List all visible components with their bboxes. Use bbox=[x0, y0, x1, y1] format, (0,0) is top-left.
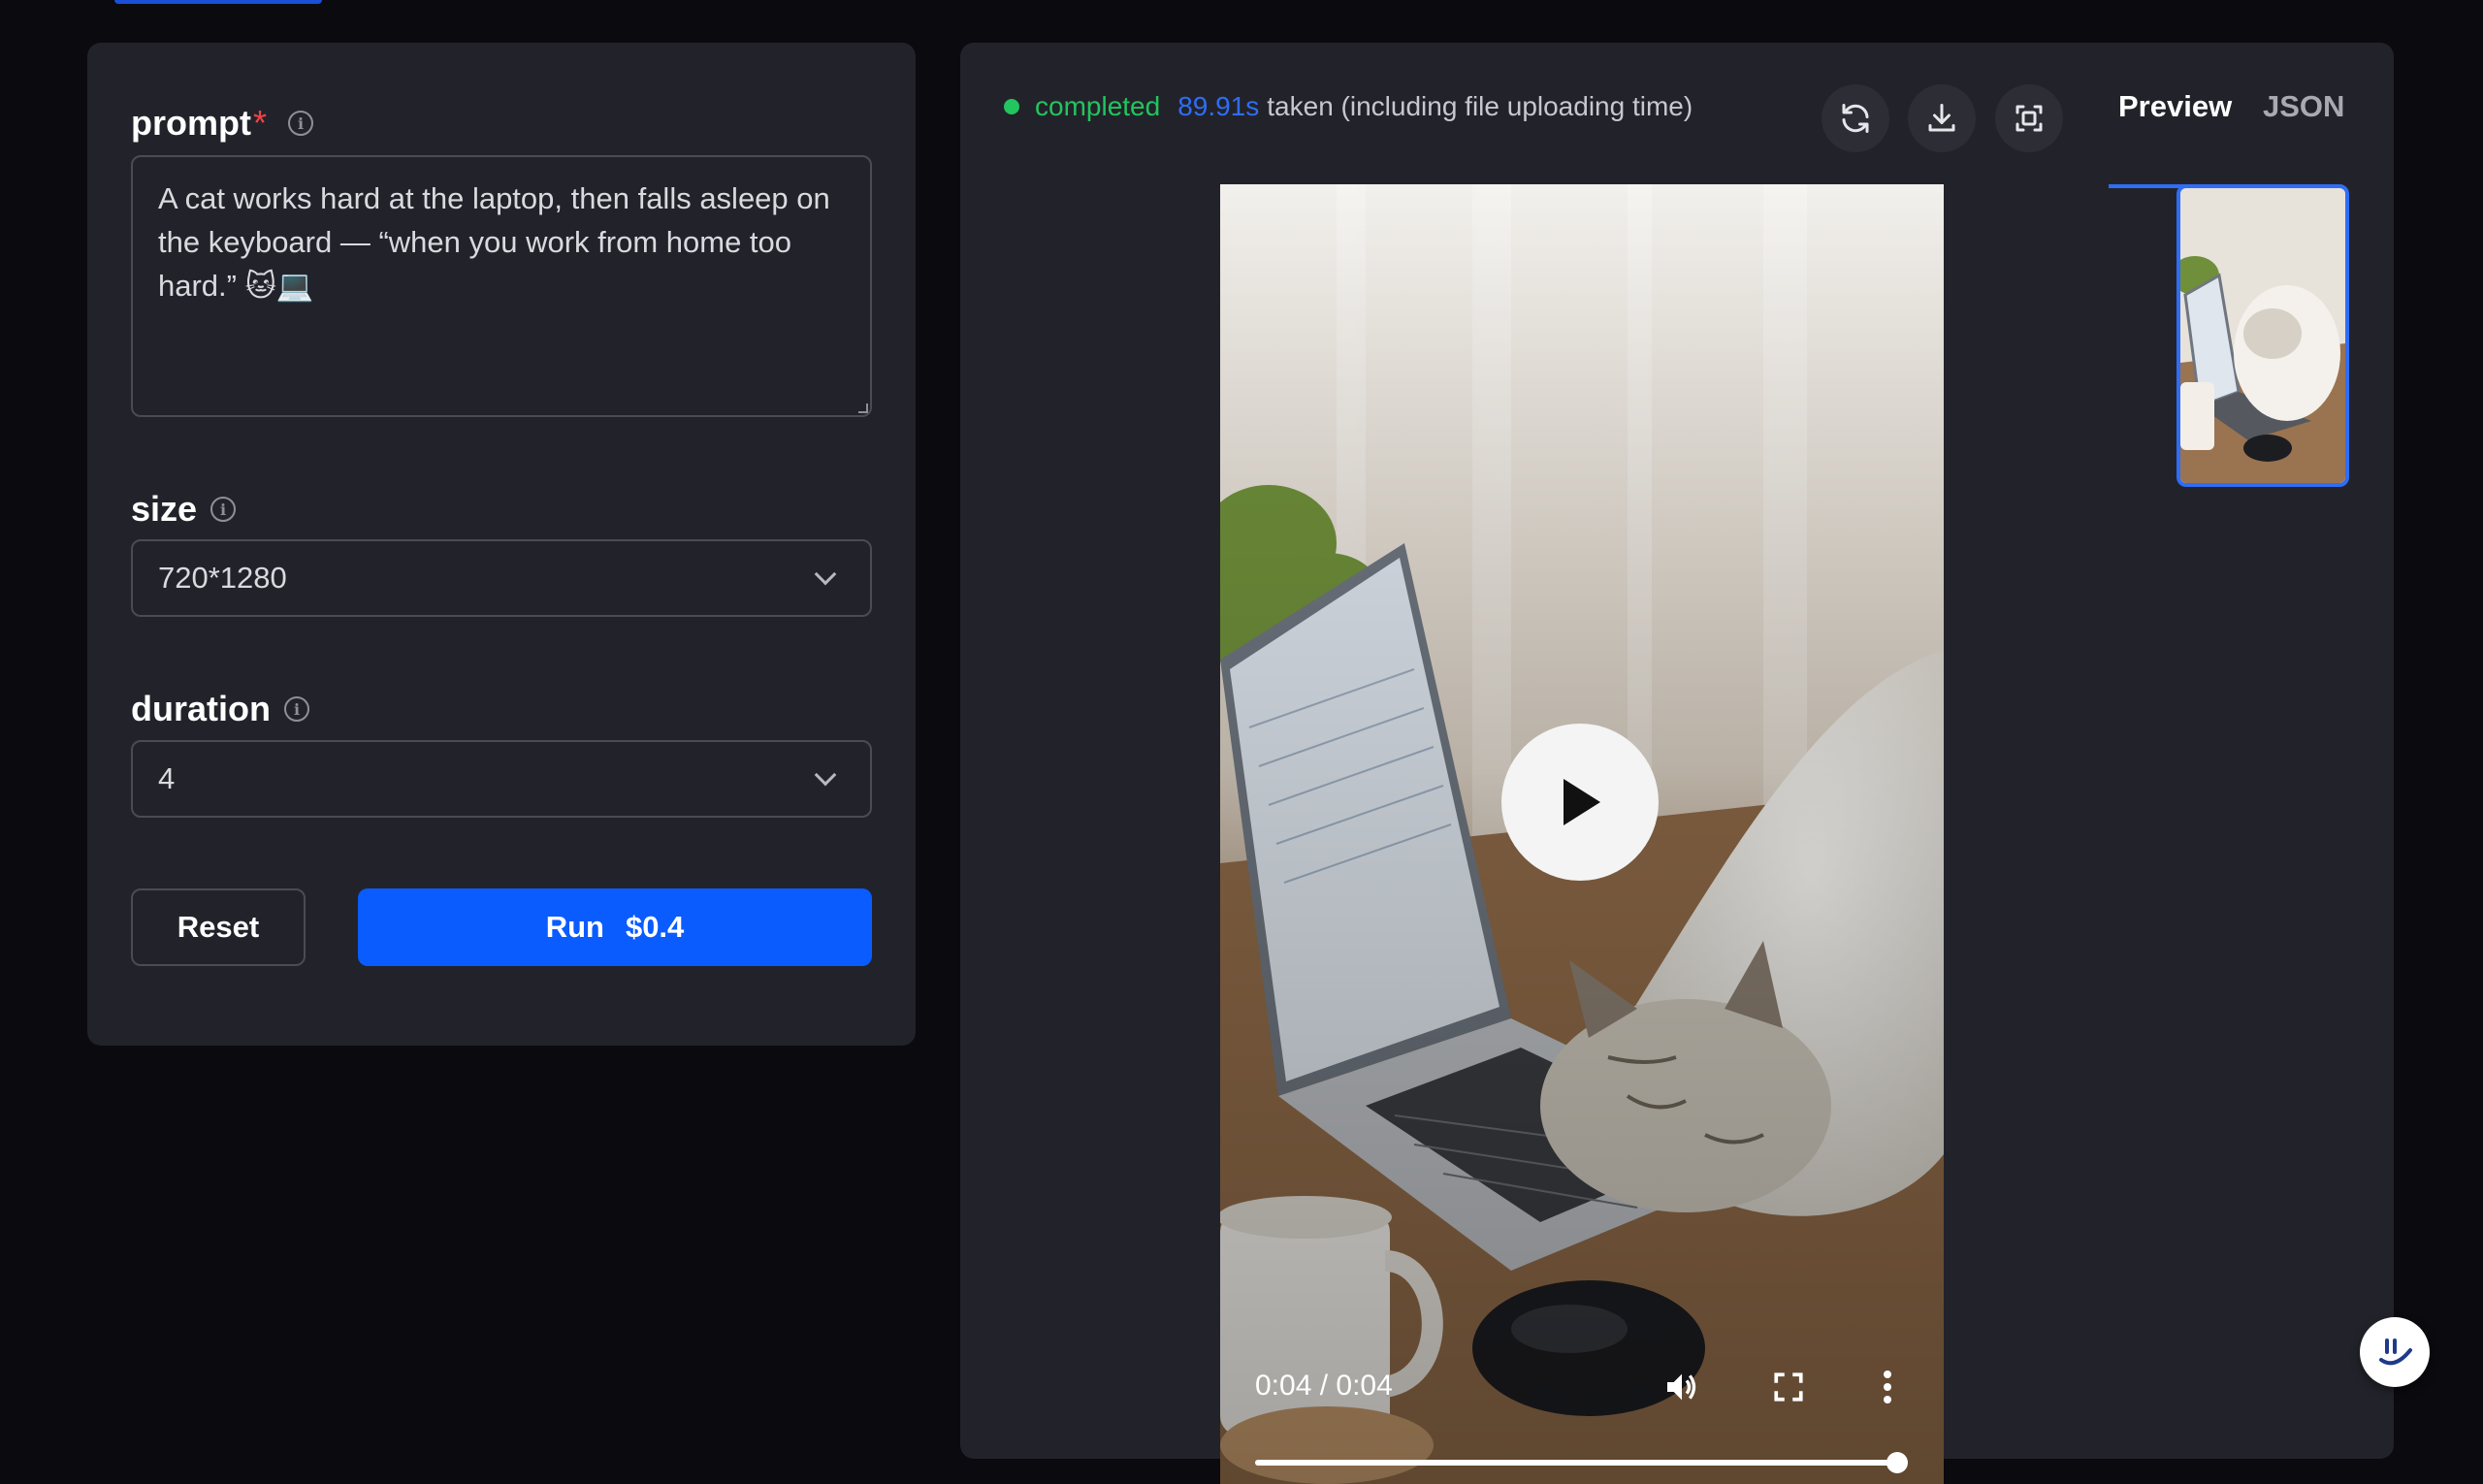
info-icon[interactable]: i bbox=[288, 111, 313, 136]
video-progress-bar[interactable] bbox=[1255, 1452, 1908, 1473]
tab-json-label: JSON bbox=[2263, 89, 2345, 123]
chevron-down-icon bbox=[814, 763, 837, 787]
input-form-panel: prompt * i A cat works hard at the lapto… bbox=[87, 43, 916, 1046]
chat-support-button[interactable] bbox=[2360, 1317, 2430, 1387]
status-text: completed bbox=[1035, 91, 1161, 121]
top-tab-indicator bbox=[114, 0, 322, 4]
fullscreen-button[interactable] bbox=[1995, 84, 2063, 152]
duration-label-text: duration bbox=[131, 689, 271, 728]
run-price: $0.4 bbox=[625, 910, 685, 944]
download-button[interactable] bbox=[1908, 84, 1976, 152]
size-value: 720*1280 bbox=[158, 561, 287, 595]
play-button[interactable] bbox=[1501, 724, 1659, 881]
thumbnail-image bbox=[2180, 188, 2345, 483]
status-dot-icon bbox=[1004, 99, 1019, 114]
download-icon bbox=[1928, 104, 1955, 132]
volume-button[interactable] bbox=[1659, 1364, 1705, 1410]
info-icon[interactable]: i bbox=[210, 497, 237, 522]
time-taken-suffix: taken (including file uploading time) bbox=[1267, 91, 1693, 121]
fullscreen-icon bbox=[2015, 105, 2043, 132]
duration-label: duration i bbox=[131, 689, 309, 729]
size-label-text: size bbox=[131, 489, 198, 529]
volume-icon bbox=[1667, 1373, 1696, 1401]
video-more-options-button[interactable] bbox=[1864, 1364, 1911, 1410]
tab-json[interactable]: JSON bbox=[2263, 89, 2344, 147]
video-time-display: 0:04 / 0:04 bbox=[1255, 1370, 1393, 1402]
duration-value: 4 bbox=[158, 761, 176, 795]
prompt-textarea[interactable]: A cat works hard at the laptop, then fal… bbox=[131, 155, 872, 417]
status-line: completed 89.91s taken (including file u… bbox=[1004, 91, 1693, 122]
tab-preview[interactable]: Preview bbox=[2109, 89, 2242, 188]
video-fullscreen-button[interactable] bbox=[1765, 1364, 1812, 1410]
refresh-icon bbox=[1842, 104, 1869, 133]
reset-button-label: Reset bbox=[177, 910, 260, 944]
run-button[interactable]: Run $0.4 bbox=[358, 888, 872, 966]
prompt-label: prompt * i bbox=[131, 103, 313, 144]
size-label: size i bbox=[131, 489, 237, 530]
play-icon bbox=[1564, 779, 1600, 825]
fullscreen-icon bbox=[1774, 1372, 1803, 1402]
reset-button[interactable]: Reset bbox=[131, 888, 306, 966]
output-panel: completed 89.91s taken (including file u… bbox=[960, 43, 2394, 1484]
video-progress-handle[interactable] bbox=[1886, 1452, 1908, 1473]
video-progress-fill bbox=[1255, 1460, 1897, 1466]
size-select[interactable]: 720*1280 bbox=[131, 539, 872, 617]
duration-select[interactable]: 4 bbox=[131, 740, 872, 818]
video-thumbnail[interactable] bbox=[2177, 184, 2349, 487]
info-icon[interactable]: i bbox=[283, 696, 309, 722]
time-taken-value: 89.91s bbox=[1177, 91, 1260, 121]
run-button-label: Run bbox=[545, 910, 604, 944]
tab-preview-label: Preview bbox=[2118, 89, 2233, 123]
chat-bot-icon bbox=[2379, 1339, 2412, 1366]
refresh-button[interactable] bbox=[1822, 84, 1889, 152]
required-marker: * bbox=[252, 103, 267, 143]
prompt-label-text: prompt bbox=[131, 103, 251, 143]
chevron-down-icon bbox=[814, 563, 837, 586]
resize-handle-icon[interactable] bbox=[858, 403, 868, 413]
video-player[interactable]: 0:04 / 0:04 bbox=[1220, 184, 1944, 1484]
more-options-icon bbox=[1884, 1371, 1891, 1403]
prompt-text: A cat works hard at the laptop, then fal… bbox=[158, 181, 830, 303]
